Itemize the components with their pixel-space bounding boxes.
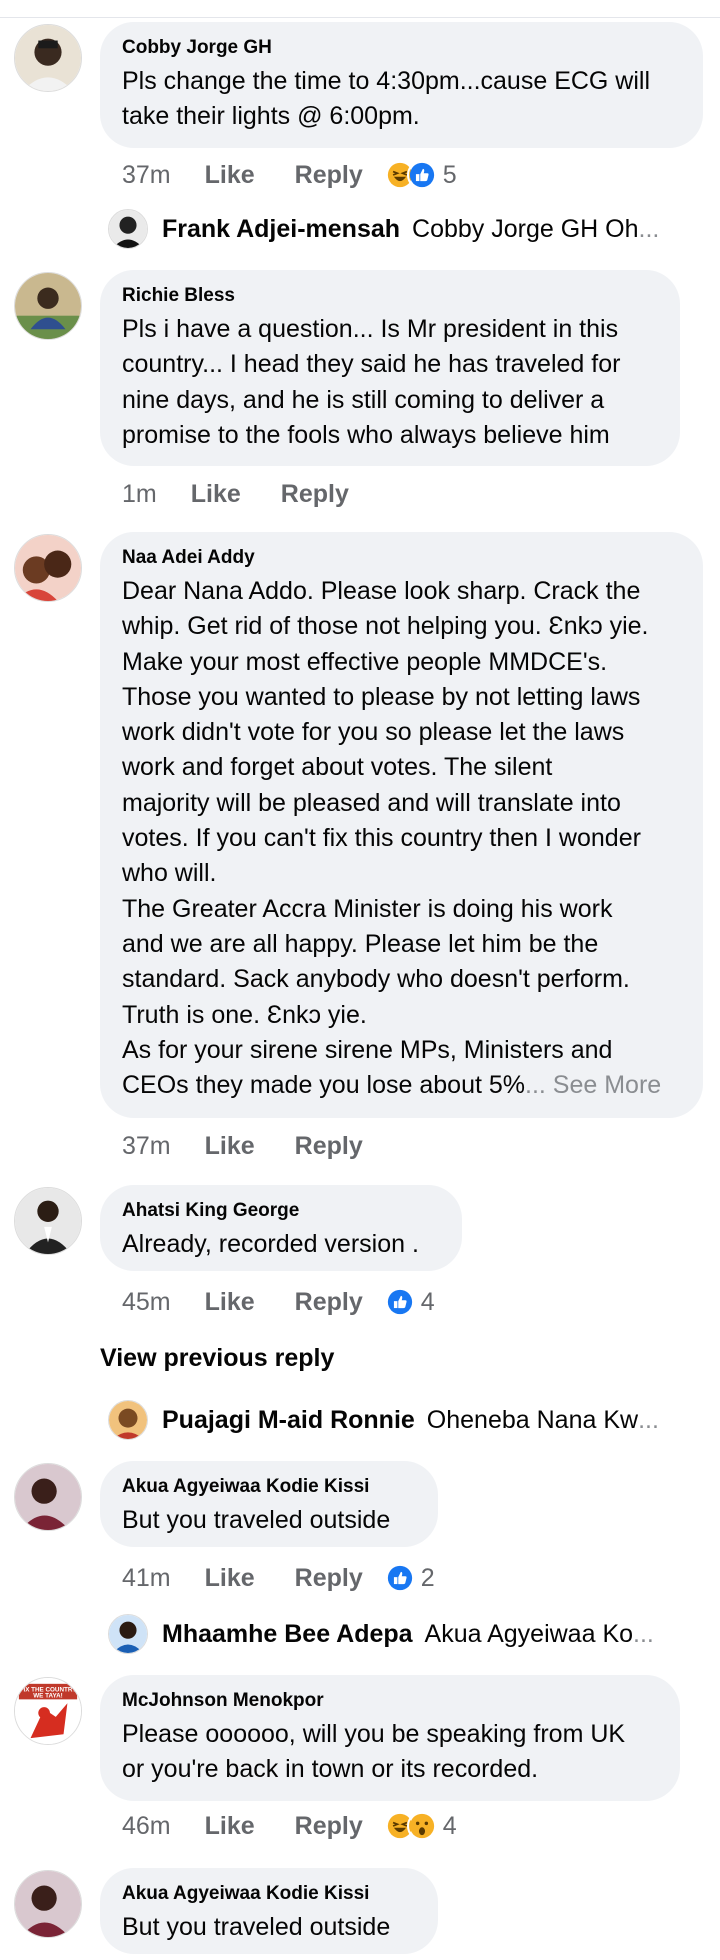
like-icon — [406, 160, 437, 190]
like-icon — [384, 1287, 415, 1317]
comment-text: Pls i have a question... Is Mr president… — [122, 315, 621, 449]
reaction-count: 4 — [420, 1287, 435, 1316]
comment-author[interactable]: Akua Agyeiwaa Kodie Kissi — [122, 1475, 414, 1499]
reply-button[interactable]: Reply — [281, 480, 349, 509]
reply-snippet: Oheneba Nana Kw — [426, 1405, 639, 1434]
avatar[interactable] — [14, 24, 82, 92]
avatar[interactable] — [14, 272, 82, 340]
see-more-link[interactable]: ... See More — [525, 1071, 661, 1099]
comment-actions: 45m Like Reply 4 — [122, 1282, 435, 1322]
reply-button[interactable]: Reply — [295, 161, 363, 190]
reply-button[interactable]: Reply — [295, 1812, 363, 1841]
comment-author[interactable]: Akua Agyeiwaa Kodie Kissi — [122, 1882, 414, 1906]
reply-ellipsis: ... — [638, 1405, 659, 1434]
top-divider — [0, 0, 720, 18]
comment-body: Dear Nana Addo. Please look sharp. Crack… — [122, 577, 649, 1100]
comment-bubble: Richie Bless Pls i have a question... Is… — [100, 270, 680, 466]
avatar-badge-text-line-2: WE TAYA! — [33, 1692, 63, 1699]
comment-bubble: Akua Agyeiwaa Kodie Kissi But you travel… — [100, 1461, 438, 1547]
reaction-count: 5 — [442, 160, 457, 189]
comment-text: Already, recorded version . — [122, 1230, 419, 1258]
reply-ellipsis: ... — [633, 1619, 654, 1648]
avatar — [108, 209, 148, 249]
comment-bubble: Cobby Jorge GH Pls change the time to 4:… — [100, 22, 703, 148]
reply-preview[interactable]: Frank Adjei-mensah Cobby Jorge GH Oh... — [108, 206, 708, 252]
comment-bubble: McJohnson Menokpor Please oooooo, will y… — [100, 1675, 680, 1801]
comment-bubble: Naa Adei Addy Dear Nana Addo. Please loo… — [100, 532, 703, 1118]
comment-author[interactable]: Richie Bless — [122, 284, 656, 308]
comment-actions: 46m Like Reply 4 — [122, 1806, 457, 1846]
comment-actions: 1m Like Reply — [122, 474, 349, 514]
comment-author[interactable]: Cobby Jorge GH — [122, 36, 679, 60]
reply-preview[interactable]: Puajagi M-aid Ronnie Oheneba Nana Kw... — [108, 1397, 708, 1443]
comment-text: Pls change the time to 4:30pm...cause EC… — [122, 67, 651, 131]
like-icon — [384, 1563, 415, 1593]
comment-time[interactable]: 45m — [122, 1288, 171, 1317]
comment-time[interactable]: 46m — [122, 1812, 171, 1841]
comment-actions: 37m Like Reply — [122, 1126, 363, 1166]
comment-text: Dear Nana Addo. Please look sharp. Crack… — [122, 574, 679, 1103]
reaction-count: 4 — [442, 1811, 457, 1840]
avatar[interactable] — [14, 534, 82, 602]
reply-snippet: Cobby Jorge GH Oh — [412, 214, 639, 243]
avatar[interactable] — [14, 1870, 82, 1938]
like-button[interactable]: Like — [205, 1132, 255, 1161]
avatar — [108, 1400, 148, 1440]
reaction-summary[interactable]: 4 — [384, 1811, 457, 1841]
comment-bubble: Ahatsi King George Already, recorded ver… — [100, 1185, 462, 1271]
avatar[interactable]: FIX THE COUNTRY WE TAYA! — [14, 1677, 82, 1745]
like-button[interactable]: Like — [205, 161, 255, 190]
comment-time[interactable]: 37m — [122, 1132, 171, 1161]
like-button[interactable]: Like — [205, 1288, 255, 1317]
reply-snippet: Akua Agyeiwaa Ko — [424, 1619, 634, 1648]
comment-actions: 37m Like Reply 5 — [122, 155, 457, 195]
reaction-summary[interactable]: 2 — [384, 1563, 435, 1593]
avatar[interactable] — [14, 1463, 82, 1531]
reply-author[interactable]: Mhaamhe Bee Adepa — [162, 1620, 413, 1649]
comment-time[interactable]: 1m — [122, 480, 157, 509]
like-button[interactable]: Like — [205, 1812, 255, 1841]
comment-actions: 41m Like Reply 2 — [122, 1558, 435, 1598]
comment-author[interactable]: McJohnson Menokpor — [122, 1689, 656, 1713]
reply-ellipsis: ... — [638, 214, 660, 243]
like-button[interactable]: Like — [191, 480, 241, 509]
reply-button[interactable]: Reply — [295, 1288, 363, 1317]
reply-author[interactable]: Frank Adjei-mensah — [162, 215, 400, 244]
reply-button[interactable]: Reply — [295, 1564, 363, 1593]
avatar[interactable] — [14, 1187, 82, 1255]
comment-time[interactable]: 37m — [122, 161, 171, 190]
reaction-summary[interactable]: 4 — [384, 1287, 435, 1317]
comment-text: Please oooooo, will you be speaking from… — [122, 1720, 626, 1784]
like-button[interactable]: Like — [205, 1564, 255, 1593]
comment-author[interactable]: Ahatsi King George — [122, 1199, 438, 1223]
comment-time[interactable]: 41m — [122, 1564, 171, 1593]
comment-text: But you traveled outside — [122, 1506, 391, 1534]
avatar — [108, 1614, 148, 1654]
reply-preview[interactable]: Mhaamhe Bee Adepa Akua Agyeiwaa Ko... — [108, 1611, 708, 1657]
comment-bubble: Akua Agyeiwaa Kodie Kissi But you travel… — [100, 1868, 438, 1954]
reaction-count: 2 — [420, 1563, 435, 1592]
view-previous-reply-link[interactable]: View previous reply — [100, 1344, 334, 1373]
comment-text: But you traveled outside — [122, 1913, 391, 1941]
reply-button[interactable]: Reply — [295, 1132, 363, 1161]
reaction-summary[interactable]: 5 — [384, 160, 457, 190]
reply-author[interactable]: Puajagi M-aid Ronnie — [162, 1406, 415, 1435]
wow-icon — [406, 1811, 437, 1841]
comment-author[interactable]: Naa Adei Addy — [122, 546, 679, 570]
